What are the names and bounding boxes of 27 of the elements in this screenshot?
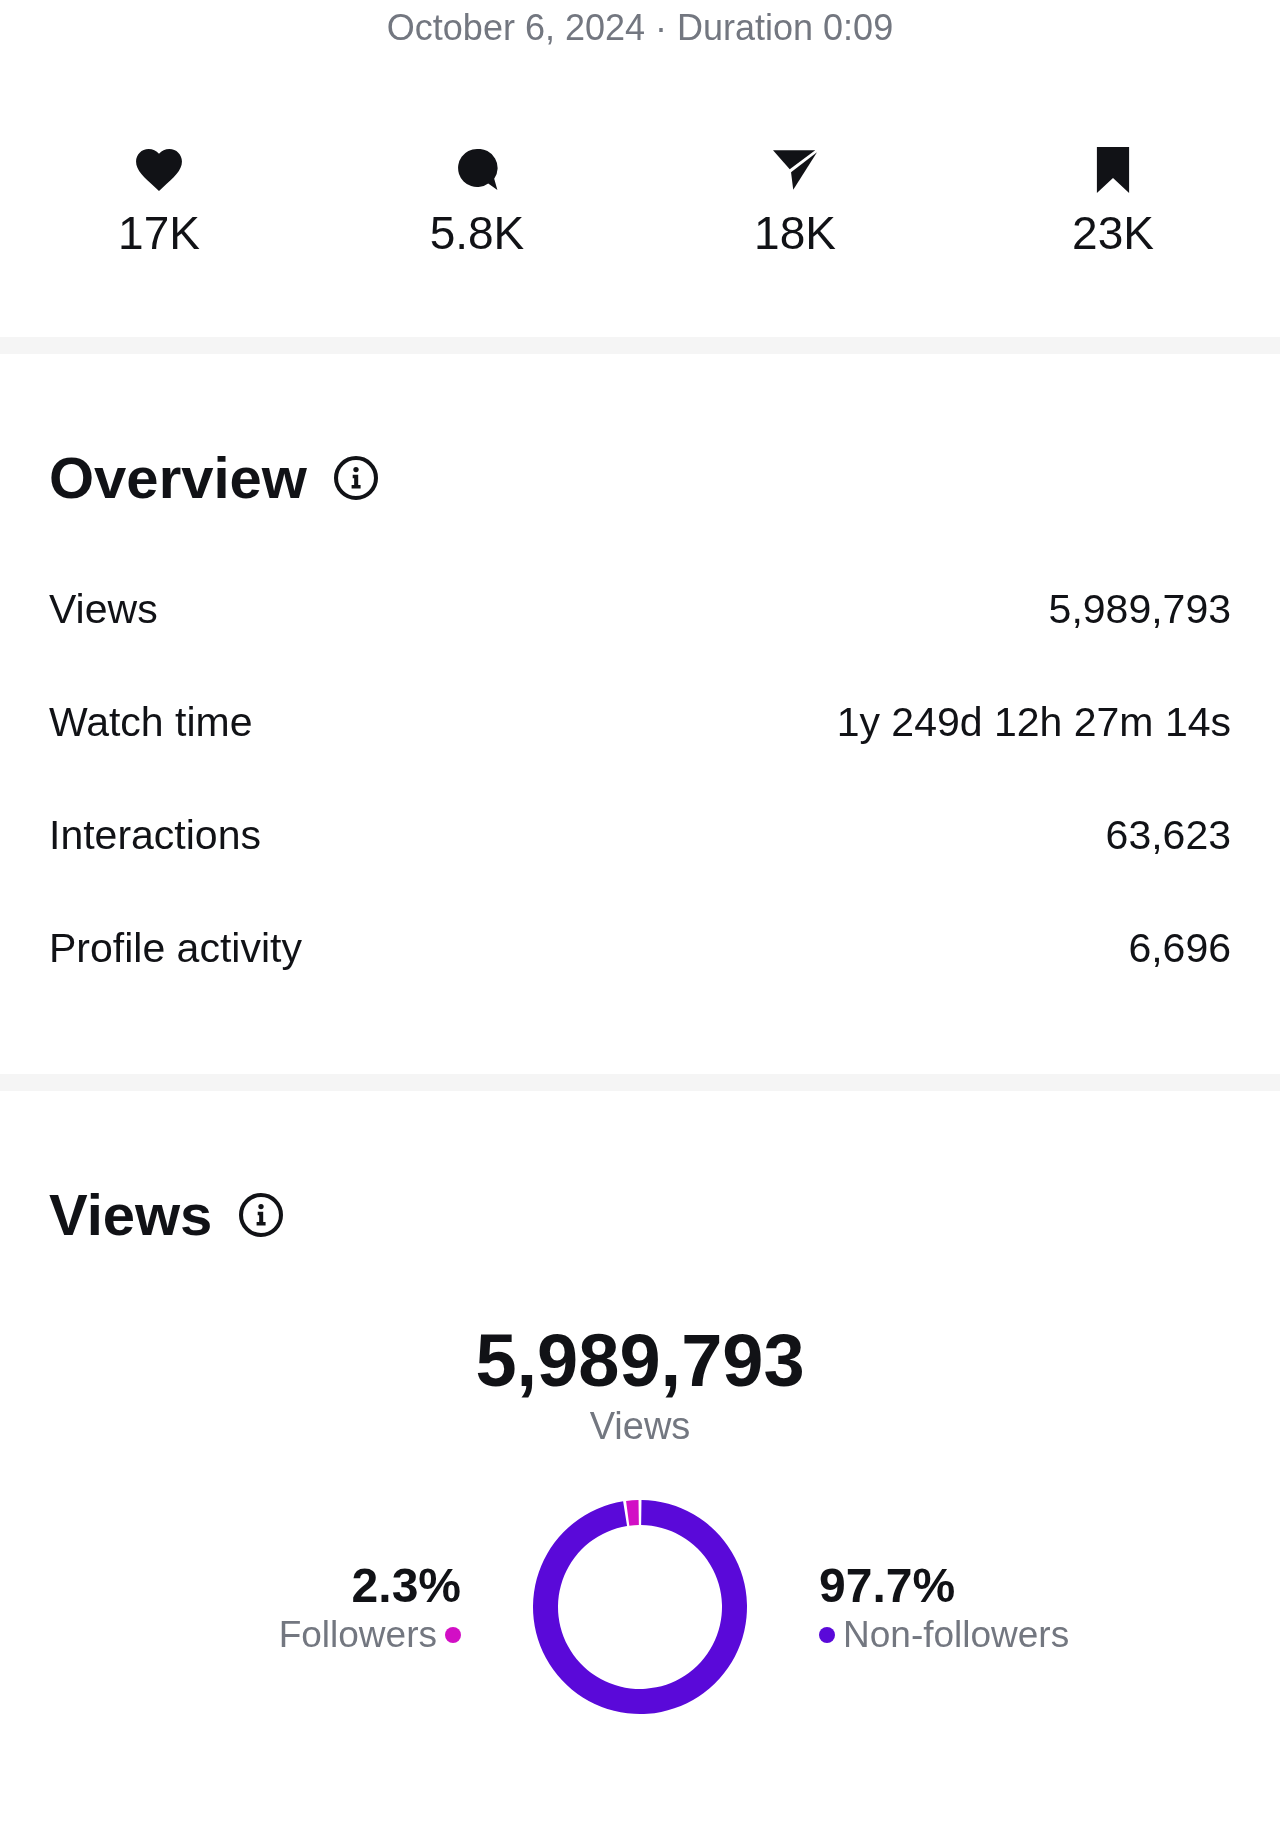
views-total: 5,989,793 (475, 1318, 805, 1404)
metric-value: 6,696 (1128, 923, 1231, 973)
post-date: October 6, 2024 · Duration 0:09 (386, 6, 894, 48)
metric-value: 63,623 (1105, 810, 1231, 860)
metric-value: 1y 249d 12h 27m 14s (836, 697, 1231, 747)
metric-label: Views (49, 584, 158, 634)
heart-icon (136, 149, 182, 191)
stat-count: 23K (1072, 206, 1154, 261)
legend-label: Non-followers (843, 1613, 1070, 1657)
section-title: Overview (49, 444, 307, 512)
stat-count: 5.8K (429, 206, 525, 261)
metric-label: Interactions (49, 810, 261, 860)
stat-count: 17K (118, 206, 200, 261)
metric-label: Watch time (49, 697, 253, 747)
views-label: Views (589, 1404, 691, 1448)
paper-plane-icon (773, 150, 817, 190)
section-title: Views (49, 1181, 213, 1249)
legend-percent: 97.7% (819, 1559, 956, 1613)
bookmark-icon (1094, 147, 1132, 193)
info-icon[interactable] (333, 456, 378, 500)
legend-label: Followers (278, 1613, 437, 1657)
speech-bubble-icon (456, 149, 498, 191)
info-icon[interactable] (239, 1193, 284, 1237)
stat-count: 18K (754, 206, 836, 261)
legend-percent: 2.3% (351, 1559, 461, 1613)
metric-label: Profile activity (49, 923, 302, 973)
metric-value: 5,989,793 (1048, 584, 1231, 634)
